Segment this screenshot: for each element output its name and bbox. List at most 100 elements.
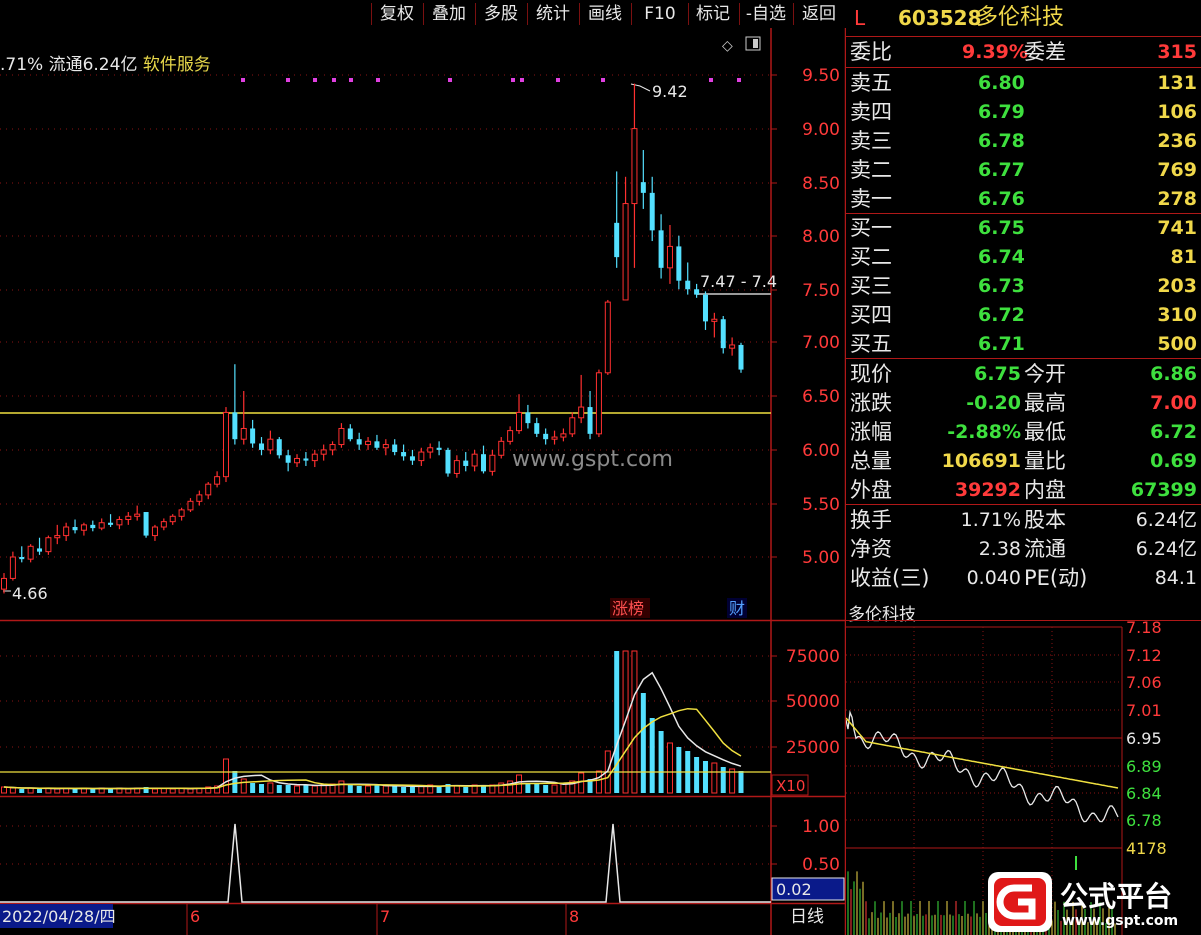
buy-price: 6.74	[978, 246, 1025, 268]
remove-watchlist-button[interactable]: -自选	[740, 0, 792, 28]
mini-axis-label: 6.89	[1126, 757, 1162, 776]
candle-body	[622, 203, 629, 301]
volume-bar	[720, 767, 726, 793]
volume-bar	[551, 784, 558, 794]
stock-code: 603528	[898, 6, 982, 30]
volume-bar	[347, 785, 353, 793]
candle-body	[471, 453, 478, 467]
fundamental-value: 1.71%	[960, 509, 1021, 531]
volume-bar	[560, 783, 567, 794]
candle-body	[240, 427, 247, 440]
date-cursor: 2022/04/28/四	[2, 907, 116, 926]
multi-stock-button[interactable]: 多股	[478, 0, 524, 28]
volume-bar	[259, 784, 265, 793]
volume-bar	[37, 789, 43, 793]
month-label: 8	[569, 907, 579, 926]
overlay-button[interactable]: 叠加	[426, 0, 472, 28]
candle-body	[729, 344, 736, 349]
stat-value: 0.69	[1150, 450, 1197, 472]
buy-volume: 741	[1157, 217, 1197, 239]
fuquan-button[interactable]: 复权	[374, 0, 420, 28]
candle-body	[276, 439, 282, 456]
candle-body	[72, 527, 78, 531]
candle-body	[329, 444, 336, 451]
volume-bar	[534, 784, 540, 793]
stock-name: 多伦科技	[976, 5, 1065, 30]
zhangbang-tag[interactable]: 涨榜	[612, 599, 644, 618]
sell-level-label: 卖四	[850, 100, 892, 124]
candle-body	[631, 128, 638, 205]
candle-body	[445, 449, 451, 474]
volume-bar	[374, 785, 380, 793]
volume-bar	[595, 770, 602, 794]
sell-price: 6.79	[978, 101, 1025, 123]
mark-button[interactable]: 标记	[690, 0, 736, 28]
period-selector[interactable]: 日线	[790, 907, 824, 927]
volume-bar	[525, 783, 531, 793]
candle-body	[134, 513, 141, 517]
candle-body	[54, 535, 61, 539]
candle-body	[196, 494, 203, 502]
candle-body	[587, 407, 593, 434]
volume-bar	[694, 757, 700, 793]
mini-axis-label: 7.18	[1126, 620, 1162, 637]
price-axis-label: 8.00	[802, 227, 840, 247]
candle-body	[649, 192, 655, 231]
candle-body	[507, 430, 514, 442]
sell-volume: 131	[1157, 72, 1197, 94]
volume-bar	[382, 785, 389, 794]
candle-body	[604, 301, 611, 374]
candle-body	[463, 460, 469, 466]
candle-body	[560, 433, 567, 438]
volume-bar	[356, 786, 362, 793]
diamond-icon[interactable]: ◇	[722, 38, 733, 54]
mini-axis-label: 7.01	[1126, 701, 1162, 720]
stat-label: 今开	[1024, 362, 1066, 386]
volume-bar	[436, 787, 442, 793]
fundamental-label: 收益(三)	[850, 566, 930, 590]
finance-tag[interactable]: 财	[729, 599, 745, 618]
fundamental-label: 净资	[850, 537, 892, 561]
mini-axis-label: 7.06	[1126, 673, 1162, 692]
turnover-float-text: .71% 流通6.24亿	[0, 55, 138, 75]
volume-bar	[311, 785, 318, 794]
candle-body	[551, 436, 558, 440]
stat-label: 现价	[850, 362, 892, 386]
candle-body	[658, 230, 664, 268]
volume-bar	[90, 789, 96, 793]
candle-body	[250, 428, 256, 444]
statistics-button[interactable]: 统计	[530, 0, 576, 28]
fundamental-value: 84.1	[1154, 567, 1197, 589]
volume-axis-label: 25000	[786, 738, 840, 758]
candle-body	[1, 577, 7, 590]
price-axis-label: 9.50	[802, 66, 840, 86]
candle-body	[392, 444, 398, 453]
stat-label: 涨跌	[850, 391, 892, 415]
draw-line-button[interactable]: 画线	[582, 0, 628, 28]
low-price-label: 4.66	[12, 584, 48, 603]
volume-bar	[409, 787, 415, 793]
candle-body	[267, 438, 274, 451]
mini-axis-label: 7.12	[1126, 646, 1162, 665]
volume-bar	[19, 789, 25, 793]
price-axis-label: 5.00	[802, 548, 840, 568]
volume-axis-label: 75000	[786, 647, 840, 667]
sell-volume: 769	[1157, 159, 1197, 181]
indicator-axis-label: 0.50	[802, 855, 840, 875]
candle-body	[116, 519, 123, 526]
sell-level-label: 卖三	[850, 129, 892, 153]
kline-chart[interactable]: 9.50 9.00 8.50 8.00 7.50 7.00 6.50 6.00 …	[0, 28, 846, 935]
fundamental-value: 0.040	[966, 567, 1021, 589]
candlesticks	[1, 83, 744, 594]
f10-button[interactable]: F10	[634, 0, 686, 28]
sell-price: 6.76	[978, 188, 1025, 210]
sell-price: 6.77	[978, 159, 1025, 181]
volume-bar	[169, 788, 176, 794]
weibi-label: 委比	[850, 40, 892, 64]
back-button[interactable]: 返回	[795, 0, 843, 28]
candle-body	[169, 515, 176, 523]
candle-body	[409, 456, 415, 461]
intraday-chart[interactable]: 7.18 7.12 7.06 7.01 6.95 6.89 6.84 6.78 …	[846, 620, 1201, 935]
candle-body	[694, 289, 700, 295]
volume-bar	[1, 786, 7, 794]
